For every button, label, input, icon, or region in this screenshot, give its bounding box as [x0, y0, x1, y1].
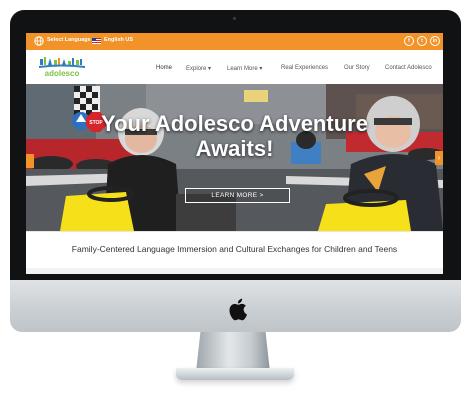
current-language[interactable]: English US	[104, 37, 133, 43]
camera-dot	[233, 17, 236, 20]
slider-prev-arrow[interactable]	[26, 154, 34, 168]
nav-home[interactable]: Home	[156, 65, 172, 71]
website-screen: Select Language English US f t in adoles…	[26, 33, 443, 274]
hero-slider: STOP Your Adolesco Adventure Awaits! LEA…	[26, 84, 443, 231]
us-flag-icon[interactable]	[92, 38, 101, 44]
content-strip	[26, 268, 443, 274]
tagline-text: Family-Centered Language Immersion and C…	[71, 244, 398, 254]
slider-next-arrow[interactable]: ›	[435, 151, 443, 165]
language-selector-label[interactable]: Select Language	[47, 37, 91, 43]
stand-neck	[196, 332, 270, 372]
nav-real-experiences[interactable]: Real Experiences	[281, 65, 328, 71]
top-bar: Select Language English US f t in	[26, 33, 443, 50]
hero-title-line1: Your Adolesco Adventure	[101, 111, 368, 136]
learn-more-button[interactable]: LEARN MORE >	[185, 188, 290, 203]
nav-our-story[interactable]: Our Story	[344, 65, 370, 71]
hero-title-line2: Awaits!	[195, 136, 274, 161]
apple-logo-icon	[229, 298, 247, 321]
nav-explore[interactable]: Explore ▾	[186, 65, 211, 72]
logo-text: adolesco	[45, 69, 80, 78]
linkedin-icon[interactable]: in	[430, 36, 440, 46]
main-navbar: adolesco Home Explore ▾ Learn More ▾ Rea…	[26, 50, 443, 84]
facebook-icon[interactable]: f	[404, 36, 414, 46]
adolesco-logo[interactable]: adolesco	[38, 56, 86, 78]
nav-contact-adolesco[interactable]: Contact Adolesco	[385, 65, 432, 71]
globe-icon[interactable]	[34, 36, 44, 46]
nav-learn-more[interactable]: Learn More ▾	[227, 65, 262, 72]
twitter-icon[interactable]: t	[417, 36, 427, 46]
stand-base	[176, 368, 294, 380]
